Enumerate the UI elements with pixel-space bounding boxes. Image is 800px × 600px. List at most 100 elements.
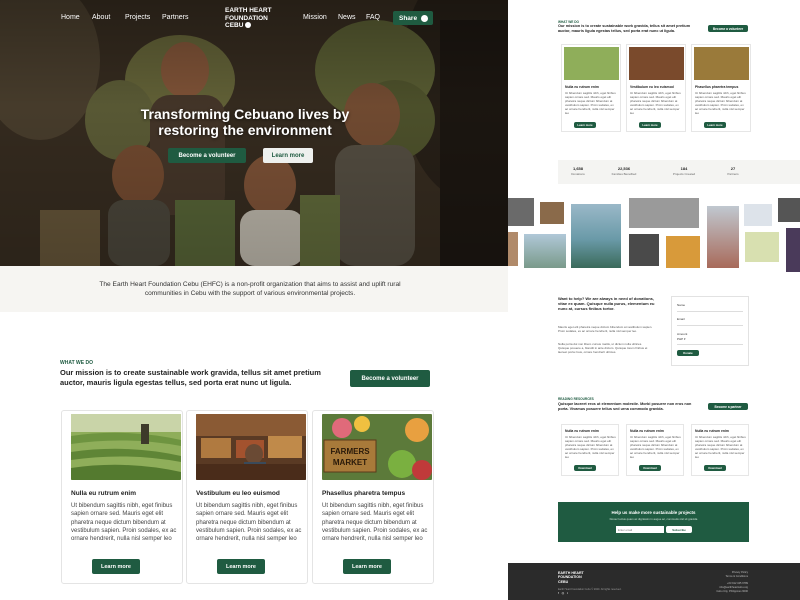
become-volunteer-button[interactable]: Become a volunteer (708, 25, 748, 32)
gallery-photo (540, 202, 564, 224)
nav-projects[interactable]: Projects (125, 14, 150, 21)
project-card: FARMERS MARKET Phasellus pharetra tempus… (312, 410, 434, 584)
gallery-photo (786, 228, 800, 272)
resources-statement: Quisque laoreet eros ut elementum molest… (558, 402, 692, 411)
hero-learn-more-button[interactable]: Learn more (263, 148, 313, 163)
footer-address: Cebu City, Philippines 6000 (716, 590, 748, 593)
footer-link-terms[interactable]: Terms & Conditions (726, 575, 749, 578)
logo-line-2: FOUNDATION (225, 14, 268, 22)
footer-logo[interactable]: EARTH HEART FOUNDATION CEBU (558, 571, 584, 584)
hero-section: Home About Projects Partners EARTH HEART… (0, 0, 508, 266)
gallery-photo (745, 232, 779, 262)
donation-text: Nulla porta dui non libero cursus mattis… (558, 342, 648, 354)
project-card: Phasellus pharetra tempus Ut bibendum sa… (691, 44, 751, 132)
logo-line-1: EARTH HEART (225, 7, 272, 14)
hero-volunteer-button[interactable]: Become a volunteer (168, 148, 246, 163)
gallery-photo (778, 198, 800, 222)
site-footer: EARTH HEART FOUNDATION CEBU Earth Heart … (508, 563, 800, 600)
resource-card: Nulla eu rutrum enim Ut bibendum sagitti… (626, 424, 684, 476)
resource-card: Nulla eu rutrum enim Ut bibendum sagitti… (561, 424, 619, 476)
card-learn-more-button[interactable]: Learn more (92, 559, 140, 574)
resource-card: Nulla eu rutrum enim Ut bibendum sagitti… (691, 424, 749, 476)
card-body: Ut bibendum sagittis nibh, eget finibus … (71, 503, 177, 543)
name-label: Name (677, 303, 686, 307)
full-page-preview: WHAT WE DO Our mission is to create sust… (508, 0, 800, 600)
newsletter-cta: Help us make more sustainable projects D… (558, 502, 749, 542)
share-label: Share (399, 14, 418, 22)
about-text: The Earth Heart Foundation Cebu (EHFC) i… (99, 281, 401, 297)
card-learn-more-button[interactable]: Learn more (704, 122, 726, 128)
footer-link-privacy[interactable]: Privacy Policy (732, 571, 748, 574)
gallery-photo (508, 198, 534, 226)
become-volunteer-button[interactable]: Become a volunteer (350, 370, 430, 387)
amount-field[interactable] (677, 344, 743, 345)
footer-email: info@earthheartcebu.org (719, 586, 748, 589)
project-card: Vestibulum eu leo euismod Ut bibendum sa… (626, 44, 686, 132)
cta-title: Help us make more sustainable projects (611, 510, 696, 515)
currency-select[interactable]: PHP ▾ (677, 337, 685, 341)
top-navigation: Home About Projects Partners EARTH HEART… (0, 0, 508, 40)
gallery-photo (629, 234, 659, 266)
card-body: Ut bibendum sagittis nibh, eget finibus … (695, 435, 746, 459)
mission-statement: Our mission is to create sustainable wor… (558, 24, 691, 33)
card-title: Vestibulum eu leo euismod (630, 85, 674, 89)
nav-faq[interactable]: FAQ (366, 14, 380, 21)
site-logo[interactable]: EARTH HEART FOUNDATION CEBU (225, 7, 272, 30)
hero-title: Transforming Cebuano lives by restoring … (140, 106, 350, 138)
card-image-market-stall (629, 47, 684, 80)
newsletter-email-input[interactable] (616, 526, 664, 533)
donation-form: Name Email Amount PHP ▾ Donate (671, 296, 749, 366)
gallery-photo (707, 206, 739, 268)
nav-news[interactable]: News (338, 14, 356, 21)
card-title: Nulla eu rutrum enim (565, 429, 599, 433)
card-image-rice-field (71, 414, 181, 480)
amount-label: Amount (677, 332, 688, 336)
main-page-preview: Home About Projects Partners EARTH HEART… (0, 0, 508, 600)
stat-families: 22,536 Families Benefited (611, 166, 637, 176)
social-icons[interactable]: f ◎ t (558, 591, 569, 595)
share-icon (421, 14, 428, 22)
download-button[interactable]: Download (574, 465, 596, 471)
card-image-market-stall (196, 414, 306, 480)
share-button[interactable]: Share (393, 11, 433, 25)
section-label: READING RESOURCES (558, 397, 594, 401)
email-label: Email (677, 317, 685, 321)
card-learn-more-button[interactable]: Learn more (217, 559, 265, 574)
card-title: Nulla eu rutrum enim (630, 429, 664, 433)
card-title: Nulla eu rutrum enim (71, 490, 137, 497)
card-body: Ut bibendum sagittis nibh, eget finibus … (565, 91, 616, 115)
logo-line-3: CEBU (225, 22, 244, 29)
card-image-farmers-market (694, 47, 749, 80)
card-title: Phasellus pharetra tempus (322, 490, 406, 497)
donation-appeal: Want to help? We are always in need of d… (558, 296, 655, 312)
gallery-photo (666, 236, 700, 268)
subscribe-button[interactable]: Subscribe (666, 526, 692, 533)
nav-mission[interactable]: Mission (303, 14, 327, 21)
section-label: WHAT WE DO (60, 360, 93, 366)
card-body: Ut bibendum sagittis nibh, eget finibus … (196, 503, 302, 543)
card-title: Nulla eu rutrum enim (695, 429, 729, 433)
stat-projects: 184 Projects Created (672, 166, 696, 176)
cta-subtitle: Donec luctus quam ac dignissim in augue … (609, 517, 698, 521)
gallery-photo (629, 198, 699, 228)
project-card: Vestibulum eu leo euismod Ut bibendum sa… (186, 410, 308, 584)
nav-about[interactable]: About (92, 14, 110, 21)
card-title: Vestibulum eu leo euismod (196, 490, 280, 497)
nav-home[interactable]: Home (61, 14, 80, 21)
become-partner-button[interactable]: Become a partner (708, 403, 748, 410)
card-learn-more-button[interactable]: Learn more (343, 559, 391, 574)
stats-bar: 1,658 Donations 22,536 Families Benefited … (558, 160, 800, 184)
card-learn-more-button[interactable]: Learn more (574, 122, 596, 128)
stat-partners: 27 Partners (727, 166, 739, 176)
name-field[interactable] (677, 311, 743, 312)
download-button[interactable]: Download (639, 465, 661, 471)
donate-button[interactable]: Donate (677, 350, 699, 356)
card-learn-more-button[interactable]: Learn more (639, 122, 661, 128)
sign-line-1: FARMERS (330, 447, 370, 456)
card-image-rice-field (564, 47, 619, 80)
email-field[interactable] (677, 325, 743, 326)
card-body: Ut bibendum sagittis nibh, eget finibus … (565, 435, 616, 459)
nav-partners[interactable]: Partners (162, 14, 188, 21)
download-button[interactable]: Download (704, 465, 726, 471)
project-card: Nulla eu rutrum enim Ut bibendum sagitti… (61, 410, 183, 584)
